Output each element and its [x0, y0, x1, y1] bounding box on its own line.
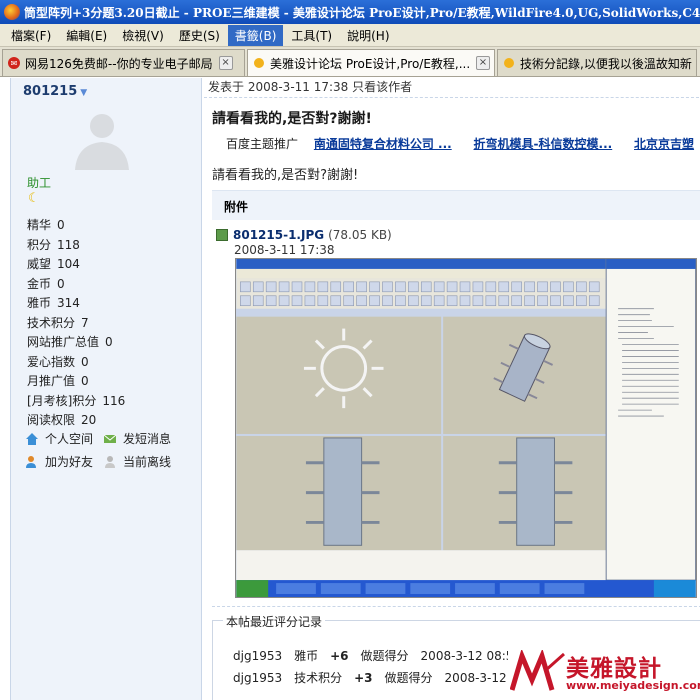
attachment-size: (78.05 KB)	[328, 228, 392, 242]
user-rank: 助工	[27, 176, 52, 190]
logo-mark-icon	[510, 650, 565, 691]
svg-text:✉: ✉	[11, 59, 18, 68]
menu-edit[interactable]: 編輯(E)	[59, 25, 114, 46]
tab-mail-label: 网易126免费邮--你的专业电子邮局	[25, 56, 213, 71]
post-title: 請看看我的,是否對?謝謝!	[212, 111, 372, 127]
menu-tools[interactable]: 工具(T)	[284, 25, 339, 46]
tab-mail[interactable]: ✉ 网易126免费邮--你的专业电子邮局 ×	[2, 49, 245, 76]
ad-lead: 百度主题推广	[226, 137, 299, 151]
tab-forum[interactable]: 美雅设计论坛 ProE设计,Pro/E教程,... ×	[247, 49, 495, 76]
tab-bar: ✉ 网易126免费邮--你的专业电子邮局 × 美雅设计论坛 ProE设计,Pro…	[0, 47, 700, 77]
menu-bar: 檔案(F) 編輯(E) 檢視(V) 歷史(S) 書籤(B) 工具(T) 說明(H…	[0, 24, 700, 47]
rating-title: 本帖最近评分记录	[223, 613, 326, 630]
ad-link[interactable]: 北京京吉塑	[634, 137, 694, 151]
rating-row: djg1953 雅币 +6 做题得分 2008-3-12 08:52	[233, 649, 522, 663]
logo-url: www.meiyadesign.com	[566, 679, 700, 692]
attachment-date: 2008-3-11 17:38	[234, 243, 335, 257]
site-logo: 美雅設計 www.meiyadesign.com	[508, 646, 700, 700]
stat-row: 爱心指数 0	[27, 354, 89, 369]
attachment-filename[interactable]: 801215-1.JPG	[233, 228, 324, 242]
menu-history[interactable]: 歷史(S)	[172, 25, 227, 46]
page-content: 801215 ▼ 助工 ☾ 精华 0 积分 118 威望 104 金币 0 雅币 314 技…	[0, 78, 700, 700]
window-title: 筒型阵列+3分题3.20日截止 - PROE三维建模 - 美雅设计论坛 ProE…	[24, 5, 700, 20]
add-friend-icon	[26, 455, 36, 468]
close-icon[interactable]: ×	[476, 56, 490, 70]
stat-row: 网站推广总值 0	[27, 335, 113, 349]
divider	[204, 97, 700, 98]
attachment-header: 附件	[212, 190, 700, 220]
send-message-link[interactable]: 发短消息	[103, 430, 181, 447]
avatar[interactable]	[71, 108, 133, 170]
window-titlebar: 筒型阵列+3分题3.20日截止 - PROE三维建模 - 美雅设计论坛 ProE…	[0, 0, 700, 24]
ad-link[interactable]: 折弯机模具-科信数控模...	[474, 137, 613, 151]
stat-row: 雅币 314	[27, 296, 80, 310]
home-icon	[26, 432, 38, 445]
site-icon	[504, 58, 514, 68]
site-icon	[254, 58, 264, 68]
divider	[212, 606, 700, 607]
ad-bar: 百度主题推广 南通固特复合材料公司 ... 折弯机模具-科信数控模... 北京京…	[226, 135, 700, 152]
tab-forum-label: 美雅设计论坛 ProE设计,Pro/E教程,...	[270, 56, 470, 71]
close-icon[interactable]: ×	[218, 56, 233, 70]
add-friend-link[interactable]: 加为好友	[25, 453, 103, 470]
attachment-image[interactable]	[235, 258, 697, 598]
tab-notes[interactable]: 技術分記錄,以便我以後溫故知新	[497, 49, 697, 76]
image-file-icon	[216, 229, 228, 241]
username-menu[interactable]: 801215 ▼	[23, 84, 87, 99]
chevron-down-icon: ▼	[80, 88, 88, 98]
stat-row: 月推广值 0	[27, 374, 89, 388]
attachment-file: 801215-1.JPG (78.05 KB)	[216, 228, 392, 242]
message-icon	[103, 434, 117, 443]
post-meta: 发表于 2008-3-11 17:38 只看该作者	[208, 80, 413, 94]
stat-row: 威望 104	[27, 257, 80, 271]
mail-icon: ✉	[8, 57, 20, 69]
username: 801215	[23, 84, 78, 99]
menu-view[interactable]: 檢視(V)	[115, 25, 171, 46]
stat-row: 阅读权限 20	[27, 413, 97, 427]
moon-icon: ☾	[28, 191, 40, 206]
menu-file[interactable]: 檔案(F)	[4, 25, 58, 46]
stat-row: 技术积分 7	[27, 315, 89, 330]
offline-user-icon	[105, 455, 115, 468]
post-main: 发表于 2008-3-11 17:38 只看该作者 請看看我的,是否對?謝謝! …	[204, 78, 700, 700]
stat-row: 积分 118	[27, 237, 80, 252]
user-actions: 个人空间 发短消息 加为好友 当前离线	[25, 430, 181, 476]
stat-row: 精华 0	[27, 218, 65, 232]
ad-link[interactable]: 南通固特复合材料公司 ...	[314, 137, 452, 151]
user-profile-panel: 801215 ▼ 助工 ☾ 精华 0 积分 118 威望 104 金币 0 雅币 314 技…	[10, 78, 202, 700]
firefox-icon	[4, 4, 20, 20]
tab-notes-label: 技術分記錄,以便我以後溫故知新	[520, 56, 692, 71]
logo-text: 美雅設計	[566, 656, 662, 682]
offline-status: 当前离线	[103, 453, 181, 470]
stat-row: [月考核]积分 116	[27, 393, 126, 408]
menu-bookmarks[interactable]: 書籤(B)	[227, 24, 284, 46]
post-body: 請看看我的,是否對?謝謝!	[212, 168, 359, 183]
menu-help[interactable]: 說明(H)	[340, 25, 396, 46]
personal-space-link[interactable]: 个人空间	[25, 430, 103, 447]
user-stats: 精华 0 积分 118 威望 104 金币 0 雅币 314 技术积分 7 网站推广总值 0 …	[27, 216, 125, 431]
stat-row: 金币 0	[27, 276, 65, 291]
